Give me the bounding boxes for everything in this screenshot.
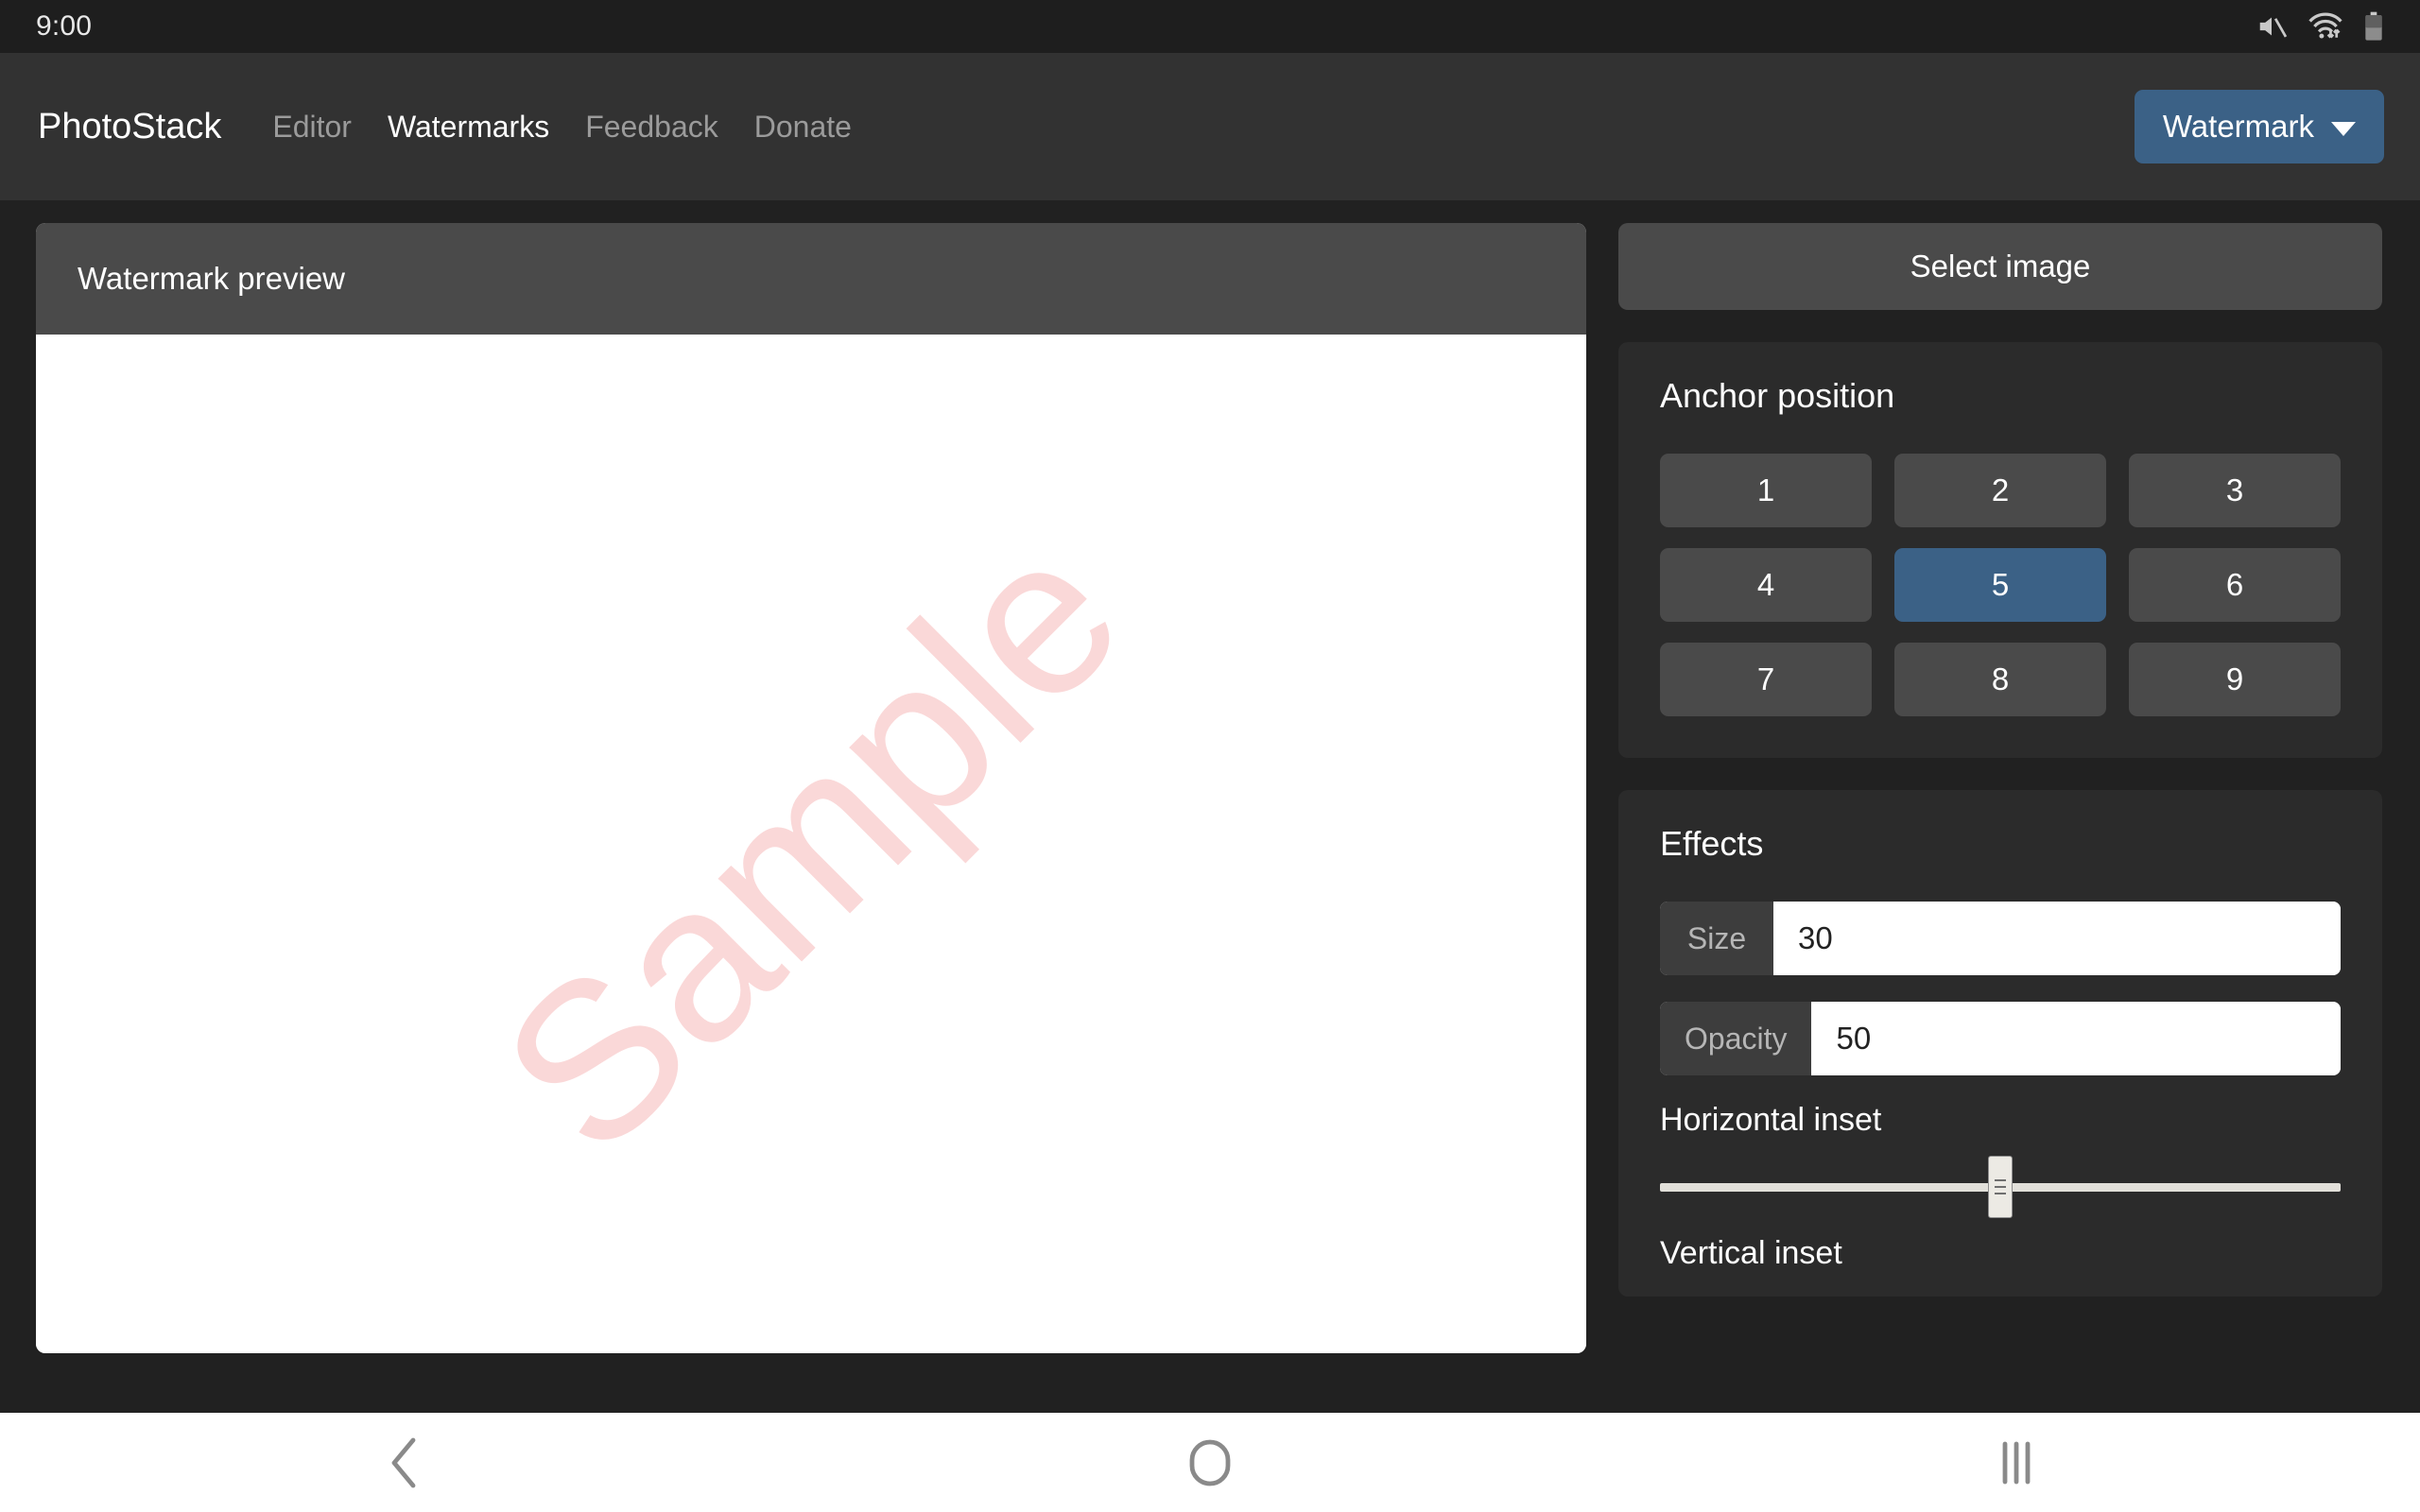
preview-header: Watermark preview xyxy=(36,223,1586,335)
vertical-inset-label: Vertical inset xyxy=(1660,1235,2341,1272)
select-image-label: Select image xyxy=(1910,249,2091,284)
anchor-cell-5[interactable]: 5 xyxy=(1894,548,2106,622)
horizontal-inset-thumb[interactable] xyxy=(1988,1156,2013,1218)
horizontal-inset-label: Horizontal inset xyxy=(1660,1102,2341,1139)
battery-icon xyxy=(2363,11,2384,42)
anchor-cell-4[interactable]: 4 xyxy=(1660,548,1872,622)
status-clock: 9:00 xyxy=(36,10,92,43)
opacity-field-row: Opacity 50 xyxy=(1660,1002,2341,1075)
horizontal-inset-slider[interactable] xyxy=(1660,1171,2341,1203)
watermark-dropdown-button[interactable]: Watermark xyxy=(2135,90,2384,163)
nav-item-feedback[interactable]: Feedback xyxy=(585,110,718,145)
back-icon xyxy=(387,1436,421,1489)
watermark-dropdown-label: Watermark xyxy=(2163,109,2314,145)
anchor-cell-6[interactable]: 6 xyxy=(2129,548,2341,622)
volume-mute-icon xyxy=(2256,12,2288,41)
size-field-label: Size xyxy=(1660,902,1773,975)
android-navigation-bar xyxy=(0,1413,2420,1512)
nav-item-watermarks[interactable]: Watermarks xyxy=(388,110,549,145)
anchor-position-grid: 1 2 3 4 5 6 7 8 9 xyxy=(1660,454,2341,716)
opacity-field-label: Opacity xyxy=(1660,1002,1811,1075)
status-icon-group xyxy=(2256,11,2384,42)
anchor-position-panel: Anchor position 1 2 3 4 5 6 7 8 9 xyxy=(1618,342,2382,758)
anchor-cell-3[interactable]: 3 xyxy=(2129,454,2341,527)
app-brand: PhotoStack xyxy=(38,107,221,147)
main-nav: Editor Watermarks Feedback Donate xyxy=(272,110,852,145)
effects-panel: Effects Size 30 Opacity 50 Horizontal in… xyxy=(1618,790,2382,1297)
android-back-button[interactable] xyxy=(309,1413,498,1512)
preview-canvas[interactable]: Sample xyxy=(36,335,1586,1353)
chevron-down-icon xyxy=(2331,122,2356,136)
opacity-input[interactable]: 50 xyxy=(1811,1002,2341,1075)
anchor-position-title: Anchor position xyxy=(1660,376,2341,416)
wifi-transfer-icon xyxy=(2307,12,2344,41)
nav-item-editor[interactable]: Editor xyxy=(272,110,352,145)
settings-sidebar: Select image Anchor position 1 2 3 4 5 6… xyxy=(1618,223,2382,1413)
status-bar: 9:00 xyxy=(0,0,2420,53)
watermark-preview-card: Watermark preview Sample xyxy=(36,223,1586,1353)
anchor-cell-9[interactable]: 9 xyxy=(2129,643,2341,716)
size-field-row: Size 30 xyxy=(1660,902,2341,975)
preview-title: Watermark preview xyxy=(78,261,345,297)
app-root: 9:00 xyxy=(0,0,2420,1512)
app-header: PhotoStack Editor Watermarks Feedback Do… xyxy=(0,53,2420,200)
anchor-cell-8[interactable]: 8 xyxy=(1894,643,2106,716)
watermark-sample-text: Sample xyxy=(453,486,1169,1202)
anchor-cell-2[interactable]: 2 xyxy=(1894,454,2106,527)
home-icon xyxy=(1188,1436,1232,1489)
main-content: Watermark preview Sample Select image An… xyxy=(0,200,2420,1413)
anchor-cell-1[interactable]: 1 xyxy=(1660,454,1872,527)
select-image-button[interactable]: Select image xyxy=(1618,223,2382,310)
android-recents-button[interactable] xyxy=(1922,1413,2111,1512)
size-input[interactable]: 30 xyxy=(1773,902,2341,975)
effects-title: Effects xyxy=(1660,824,2341,864)
recents-icon xyxy=(1997,1436,2035,1489)
android-home-button[interactable] xyxy=(1115,1413,1305,1512)
nav-item-donate[interactable]: Donate xyxy=(754,110,852,145)
anchor-cell-7[interactable]: 7 xyxy=(1660,643,1872,716)
